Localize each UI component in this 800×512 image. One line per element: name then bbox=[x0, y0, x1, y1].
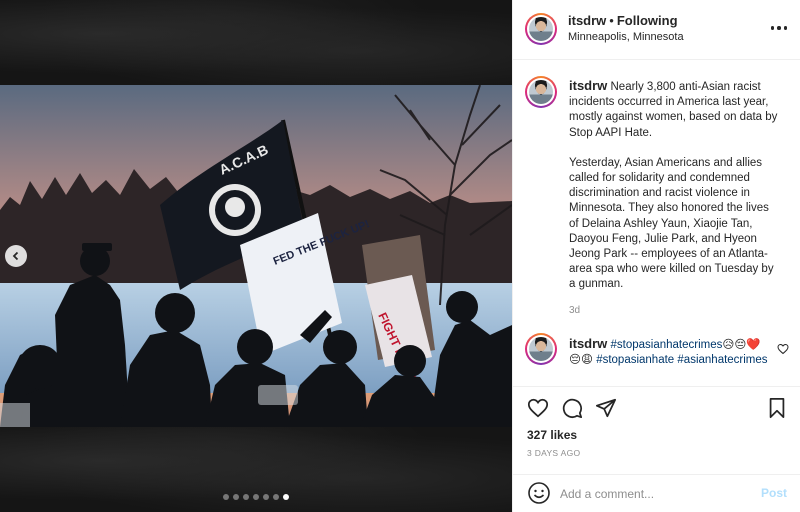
heart-icon[interactable] bbox=[527, 397, 549, 419]
comment-icon[interactable] bbox=[561, 397, 583, 419]
carousel-dot bbox=[263, 494, 269, 500]
avatar[interactable] bbox=[525, 333, 557, 365]
post-comment-button[interactable]: Post bbox=[761, 486, 787, 500]
hashtag-link[interactable]: #stopasianhatecrimes bbox=[611, 339, 723, 351]
media-background-top bbox=[0, 0, 512, 85]
caption-text: Yesterday, Asian Americans and allies ca… bbox=[569, 156, 774, 291]
likes-count[interactable]: 327 likes bbox=[527, 428, 577, 442]
caption-time[interactable]: 3d bbox=[569, 305, 580, 316]
post-date[interactable]: 3 DAYS AGO bbox=[527, 448, 580, 458]
caption-username[interactable]: itsdrw bbox=[569, 78, 607, 93]
previous-photo-button[interactable] bbox=[5, 245, 27, 267]
location-link[interactable]: Minneapolis, Minnesota bbox=[568, 31, 684, 43]
comment-username[interactable]: itsdrw bbox=[569, 336, 607, 351]
carousel-dot bbox=[233, 494, 239, 500]
avatar[interactable] bbox=[525, 76, 557, 108]
comment-input[interactable] bbox=[560, 483, 750, 505]
more-options-icon[interactable] bbox=[769, 21, 789, 35]
carousel-dot bbox=[243, 494, 249, 500]
carousel-dot-active bbox=[283, 494, 289, 500]
bookmark-icon[interactable] bbox=[766, 397, 788, 419]
carousel-dot bbox=[223, 494, 229, 500]
heart-icon[interactable] bbox=[777, 343, 789, 355]
hashtag-link[interactable]: #stopasianhate bbox=[596, 354, 674, 366]
post-photo[interactable]: A.C.A.B FED THE FUCK UP! FIGHT RACISM bbox=[0, 85, 512, 427]
following-button[interactable]: Following bbox=[617, 13, 678, 28]
post-header: itsdrw • Following Minneapolis, Minnesota bbox=[513, 0, 800, 60]
header-username[interactable]: itsdrw bbox=[568, 13, 606, 28]
chevron-left-icon bbox=[12, 251, 19, 261]
post-side-panel: itsdrw • Following Minneapolis, Minnesota … bbox=[512, 0, 800, 512]
avatar[interactable] bbox=[525, 13, 557, 45]
post-media[interactable]: A.C.A.B FED THE FUCK UP! FIGHT RACISM bbox=[0, 0, 512, 512]
add-comment-bar: Post bbox=[513, 474, 800, 512]
carousel-dot bbox=[273, 494, 279, 500]
share-icon[interactable] bbox=[595, 397, 617, 419]
carousel-indicator bbox=[0, 494, 512, 500]
hashtag-link[interactable]: #asianhatecrimes bbox=[677, 354, 767, 366]
carousel-dot bbox=[253, 494, 259, 500]
emoji-icon[interactable] bbox=[527, 481, 551, 505]
post-actions: 327 likes 3 DAYS AGO bbox=[513, 386, 800, 474]
comments-section[interactable]: itsdrw Nearly 3,800 anti-Asian racist in… bbox=[513, 60, 800, 386]
